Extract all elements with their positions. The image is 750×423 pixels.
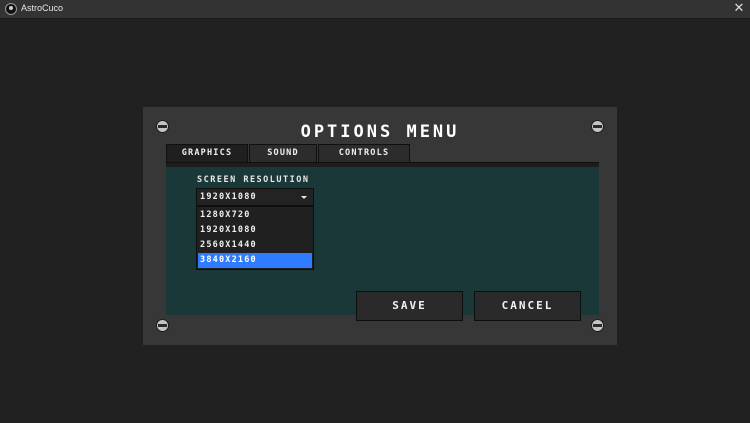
tab-controls[interactable]: CONTROLS <box>318 144 410 162</box>
cancel-button[interactable]: CANCEL <box>474 291 581 321</box>
screw-icon <box>592 320 603 331</box>
resolution-option[interactable]: 2560X1440 <box>198 238 312 253</box>
tab-graphics[interactable]: GRAPHICS <box>166 144 248 162</box>
resolution-dropdown[interactable]: 1920X1080 <box>196 188 314 206</box>
tab-sound[interactable]: SOUND <box>249 144 317 162</box>
window-title: AstroCuco <box>21 3 64 13</box>
options-menu-title: OPTIONS MENU <box>300 122 460 142</box>
screen-resolution-label: SCREEN RESOLUTION <box>197 175 310 185</box>
resolution-option[interactable]: 1920X1080 <box>198 223 312 238</box>
resolution-selected-value: 1920X1080 <box>200 192 257 202</box>
save-button[interactable]: SAVE <box>356 291 463 321</box>
resolution-option[interactable]: 1280X720 <box>198 208 312 223</box>
app-icon <box>5 3 17 15</box>
resolution-option-highlighted[interactable]: 3840X2160 <box>198 253 312 268</box>
resolution-options-list: 1280X720 1920X1080 2560X1440 3840X2160 <box>196 206 314 270</box>
title-bar: AstroCuco ✕ <box>0 0 750 19</box>
close-icon[interactable]: ✕ <box>732 0 746 18</box>
screw-icon <box>157 320 168 331</box>
chevron-down-icon <box>301 196 307 199</box>
